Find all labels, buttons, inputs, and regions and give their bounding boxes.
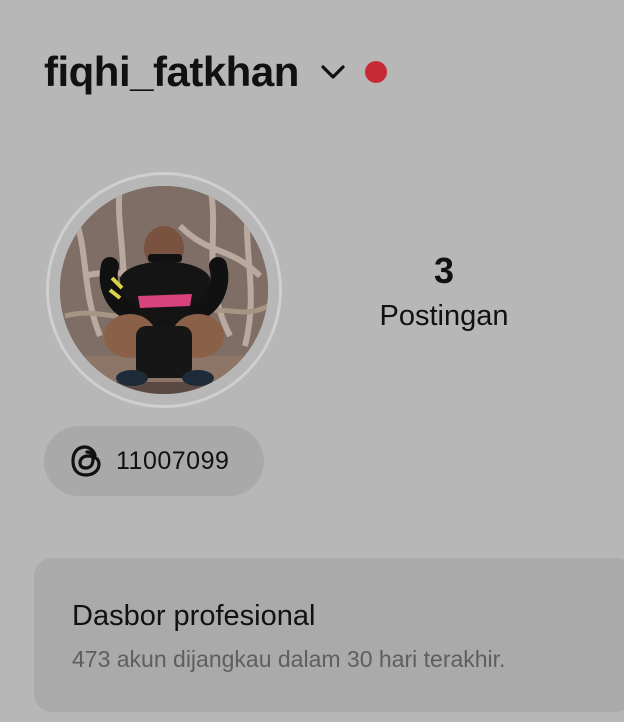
notification-dot	[364, 61, 387, 83]
threads-badge[interactable]: 11007099	[44, 426, 264, 496]
dashboard-subtitle: 473 akun dijangkau dalam 30 hari terakhi…	[72, 646, 506, 672]
chevron-down-icon[interactable]	[317, 56, 349, 88]
threads-icon	[68, 442, 106, 480]
posts-label: Postingan	[379, 300, 509, 332]
professional-dashboard-card[interactable]: Dasbor profesional 473 akun dijangkau da…	[34, 558, 624, 712]
posts-count: 3	[433, 250, 455, 291]
threads-count: 11007099	[116, 446, 230, 475]
avatar-photo	[60, 186, 268, 394]
posts-stat[interactable]: 3 Postingan	[344, 250, 544, 336]
profile-header: fiqhi_fatkhan	[44, 44, 387, 100]
username[interactable]: fiqhi_fatkhan	[44, 48, 299, 96]
profile-avatar[interactable]	[46, 172, 282, 408]
dashboard-title: Dasbor profesional	[72, 600, 316, 632]
